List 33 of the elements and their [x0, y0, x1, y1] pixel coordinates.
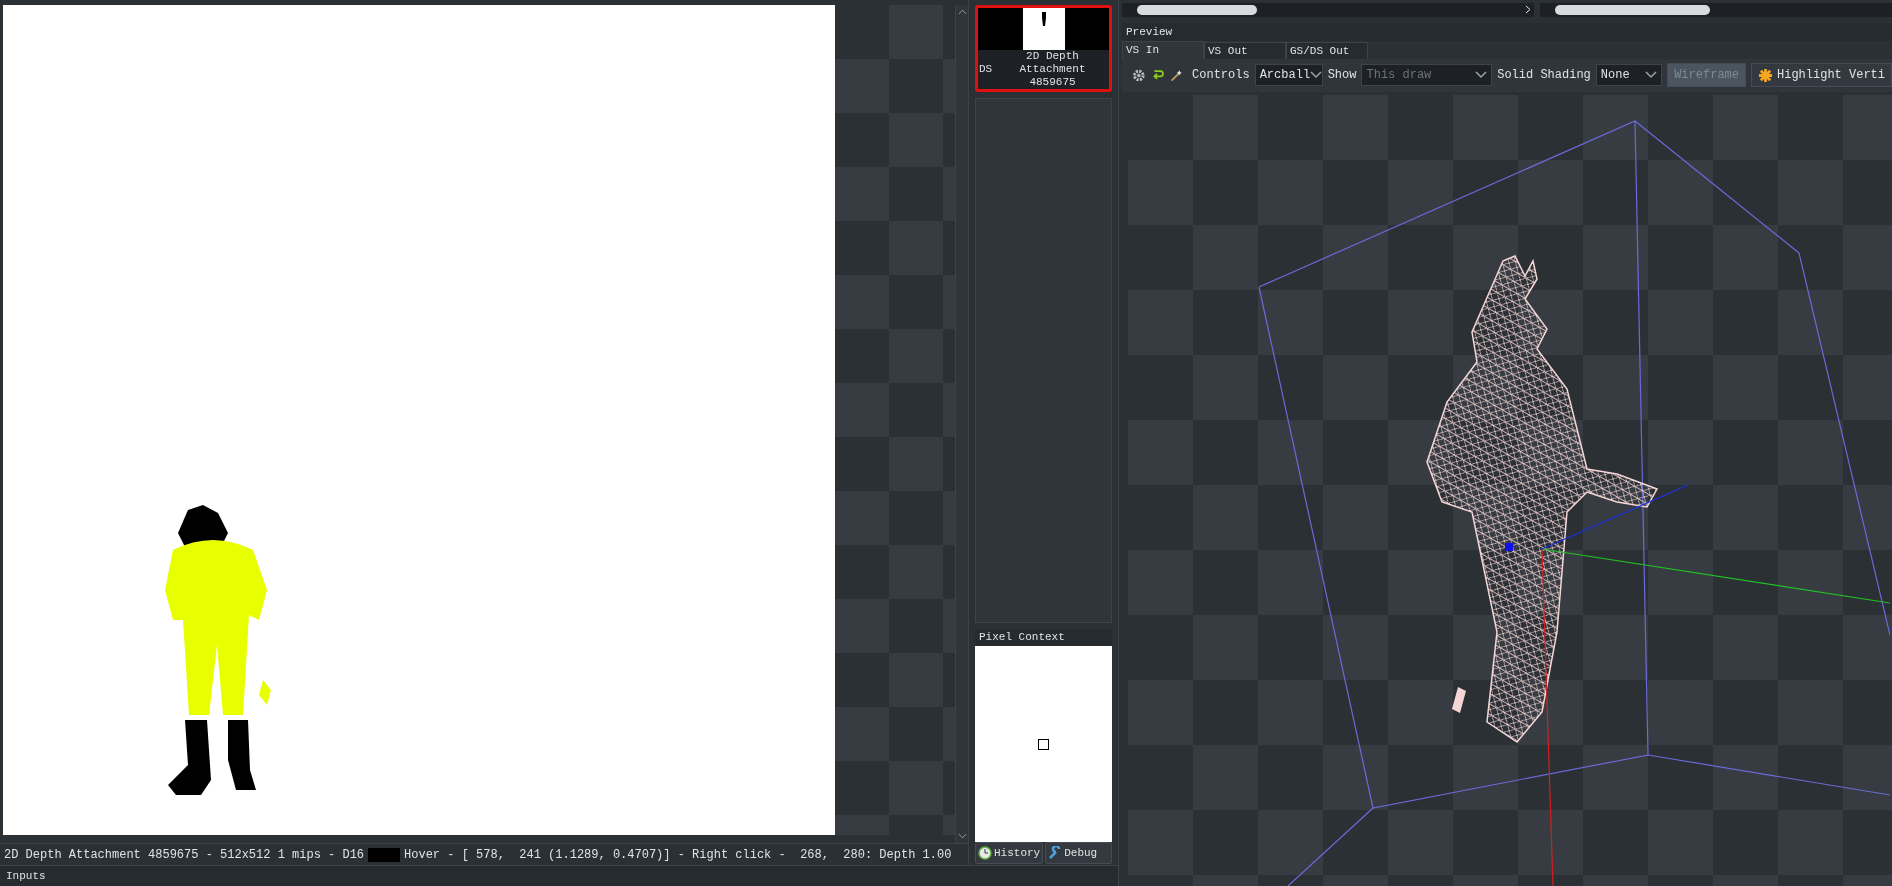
view-tab[interactable]: GS/DS Out — [1286, 41, 1368, 59]
dropdown-caret-icon — [1645, 71, 1658, 80]
debug-button[interactable]: Debug — [1045, 842, 1112, 864]
show-label: Show — [1327, 67, 1357, 85]
pixel-marker — [1038, 738, 1049, 750]
controls-label: Controls — [1192, 67, 1250, 85]
slot-label: DS — [978, 63, 994, 76]
solid-shading-label: Solid Shading — [1497, 67, 1591, 85]
horizontal-scrollbar[interactable] — [1122, 2, 1534, 17]
wrench-icon — [1048, 846, 1063, 860]
vertical-scrollbar[interactable] — [955, 5, 968, 843]
dropdown-caret-icon — [1310, 71, 1323, 80]
asterisk-icon — [1758, 67, 1773, 83]
highlight-vertices-button[interactable]: Highlight Verti — [1751, 63, 1892, 88]
thumbnail-label: 4859675 — [1029, 76, 1076, 89]
hover-info-text: Hover - [ 578, 241 (1.1289, 0.4707)] - Right click - 268, 280: Depth 1.00 — [404, 846, 952, 864]
history-button[interactable]: History — [975, 842, 1044, 864]
view-tab[interactable]: VS Out — [1204, 41, 1286, 59]
color-swatch — [368, 847, 401, 862]
inputs-panel-header: Inputs — [6, 868, 46, 884]
dropdown-field[interactable]: None — [1595, 64, 1663, 87]
horizontal-scrollbar[interactable] — [1540, 2, 1892, 17]
mesh-viewport[interactable] — [1128, 95, 1892, 886]
texture-info-text: 2D Depth Attachment 4859675 - 512x512 1 mips - D16 — [4, 846, 365, 864]
clock-icon — [978, 846, 992, 860]
dropdown-field[interactable]: Arcball — [1254, 64, 1323, 87]
thumbnail-label: 2D Depth — [1026, 50, 1079, 63]
dropdown-caret-icon — [1475, 71, 1488, 80]
pixel-context-header: Pixel Context — [975, 629, 1112, 646]
preview-header: Preview — [1122, 23, 1892, 41]
texture-thumbnail[interactable]: DS 2D Depth Attachment 4859675 — [975, 5, 1112, 92]
thumbnail-label: Attachment — [1019, 63, 1086, 76]
figure-silhouette-icon — [1040, 12, 1047, 26]
